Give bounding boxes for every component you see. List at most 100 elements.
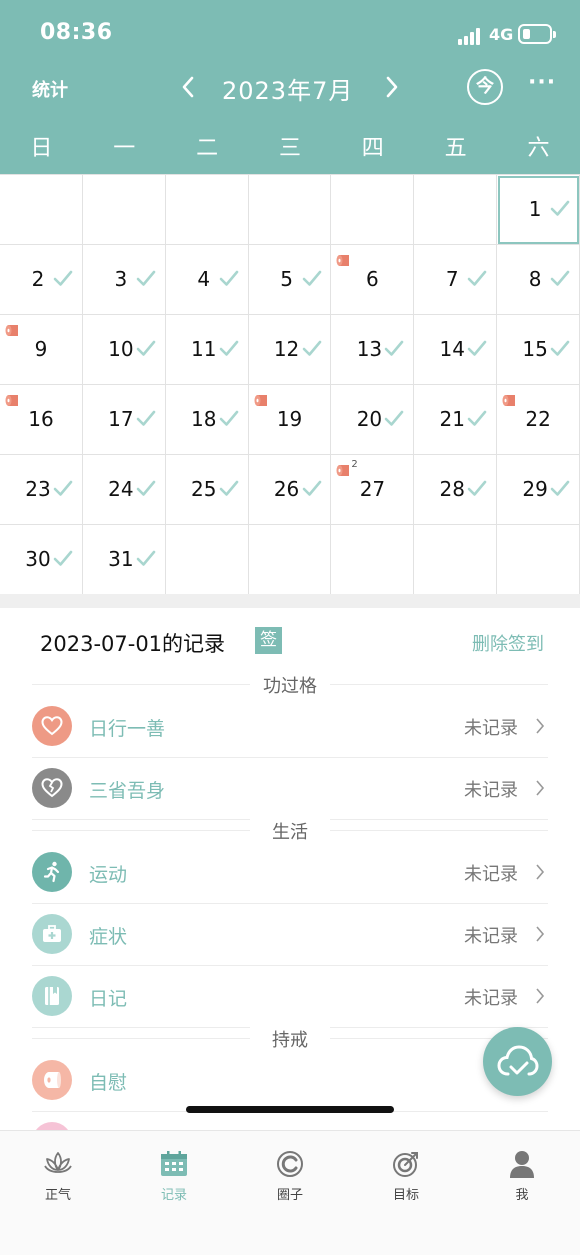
records-title: 2023-07-01的记录 — [40, 632, 226, 656]
calendar-day-7[interactable]: 7 — [414, 245, 498, 315]
check-icon — [218, 477, 240, 499]
network-type: 4G — [489, 25, 514, 44]
check-icon — [52, 477, 74, 499]
record-status: 未记录 — [464, 926, 518, 947]
calendar-day-22[interactable]: 22 — [497, 385, 580, 455]
record-row-good-deed[interactable]: 日行一善 未记录 — [32, 696, 548, 758]
calendar-empty-cell — [165, 525, 249, 595]
calendar-day-1[interactable]: 1 — [497, 175, 580, 245]
calendar-day-20[interactable]: 20 — [331, 385, 415, 455]
weekday-wed: 三 — [278, 136, 301, 161]
tissue-roll-icon — [32, 1060, 72, 1100]
tab-label: 记录 — [160, 1188, 187, 1203]
record-row-exercise[interactable]: 运动 未记录 — [32, 842, 548, 904]
month-title: 2023年7月 — [222, 77, 354, 105]
calendar-day-25[interactable]: 25 — [165, 455, 249, 525]
calendar-day-13[interactable]: 13 — [331, 315, 415, 385]
record-row-abstain[interactable]: 自慰 — [32, 1050, 548, 1112]
calendar-empty-cell — [497, 525, 580, 595]
weekday-sun: 日 — [30, 136, 53, 161]
check-icon — [135, 407, 157, 429]
calendar-day-29[interactable]: 29 — [497, 455, 580, 525]
calendar-day-17[interactable]: 17 — [82, 385, 166, 455]
section-header-gongguoge: 功过格 — [32, 672, 548, 698]
calendar-day-6[interactable]: 6 — [331, 245, 415, 315]
record-row-partial[interactable] — [32, 1112, 548, 1130]
calendar-day-14[interactable]: 14 — [414, 315, 498, 385]
calendar-day-9[interactable]: 9 — [0, 315, 83, 385]
calendar-day-15[interactable]: 15 — [497, 315, 580, 385]
medical-kit-icon — [32, 914, 72, 954]
stats-button[interactable]: 统计 — [32, 76, 68, 102]
today-button[interactable]: 今 — [467, 69, 503, 105]
check-icon — [301, 337, 323, 359]
weekday-fri: 五 — [444, 136, 467, 161]
next-month-button[interactable] — [378, 72, 404, 102]
record-row-diary[interactable]: 日记 未记录 — [32, 966, 548, 1028]
calendar-day-8[interactable]: 8 — [497, 245, 580, 315]
record-row-symptom[interactable]: 症状 未记录 — [32, 904, 548, 966]
calendar-empty-cell — [82, 175, 166, 245]
calendar-day-24[interactable]: 24 — [82, 455, 166, 525]
weekday-tue: 二 — [196, 136, 219, 161]
chevron-right-icon — [536, 988, 545, 1004]
tab-goal[interactable]: 目标 — [348, 1149, 464, 1209]
section-title: 功过格 — [250, 672, 330, 698]
calendar-day-30[interactable]: 30 — [0, 525, 83, 595]
tab-circle[interactable]: 圈子 — [232, 1149, 348, 1209]
tissue-roll-icon — [336, 462, 350, 476]
check-icon — [218, 267, 240, 289]
calendar-empty-cell — [0, 175, 83, 245]
calendar-day-3[interactable]: 3 — [82, 245, 166, 315]
calendar-day-26[interactable]: 26 — [248, 455, 332, 525]
cloud-sync-button[interactable] — [483, 1027, 552, 1096]
calendar-day-27[interactable]: 27 2 — [331, 455, 415, 525]
calendar-icon — [161, 1151, 187, 1176]
record-status: 未记录 — [464, 988, 518, 1009]
diary-icon — [32, 976, 72, 1016]
delete-sign-button[interactable]: 删除签到 — [472, 630, 544, 656]
calendar-day-18[interactable]: 18 — [165, 385, 249, 455]
calendar-empty-cell — [414, 175, 498, 245]
target-icon — [393, 1152, 418, 1177]
check-icon — [466, 477, 488, 499]
chevron-right-icon — [536, 864, 545, 880]
day-number: 9 — [34, 337, 48, 361]
chevron-right-icon — [536, 780, 545, 796]
section-title: 生活 — [250, 818, 330, 844]
calendar-day-16[interactable]: 16 — [0, 385, 83, 455]
signal-icon — [458, 27, 484, 45]
calendar-day-12[interactable]: 12 — [248, 315, 332, 385]
status-bar: 08:36 4G — [0, 0, 580, 70]
calendar-empty-cell — [331, 525, 415, 595]
calendar-day-5[interactable]: 5 — [248, 245, 332, 315]
calendar-day-4[interactable]: 4 — [165, 245, 249, 315]
prev-month-button[interactable] — [176, 72, 202, 102]
calendar-day-19[interactable]: 19 — [248, 385, 332, 455]
record-label: 日记 — [89, 988, 128, 1010]
check-icon — [549, 267, 571, 289]
divider — [0, 594, 580, 608]
calendar-day-28[interactable]: 28 — [414, 455, 498, 525]
day-number: 27 — [359, 477, 386, 501]
tab-zhengqi[interactable]: 正气 — [0, 1149, 116, 1209]
calendar-day-2[interactable]: 2 — [0, 245, 83, 315]
check-icon — [218, 337, 240, 359]
check-icon — [301, 477, 323, 499]
calendar-day-21[interactable]: 21 — [414, 385, 498, 455]
tab-records[interactable]: 记录 — [116, 1149, 232, 1209]
record-label: 自慰 — [89, 1072, 128, 1094]
calendar-day-11[interactable]: 11 — [165, 315, 249, 385]
more-button[interactable]: ··· — [528, 70, 556, 95]
tissue-roll-icon — [502, 392, 516, 406]
calendar-day-23[interactable]: 23 — [0, 455, 83, 525]
circle-icon — [277, 1151, 303, 1177]
calendar-day-10[interactable]: 10 — [82, 315, 166, 385]
check-icon — [52, 267, 74, 289]
check-icon — [466, 337, 488, 359]
calendar-empty-cell — [248, 525, 332, 595]
calendar-day-31[interactable]: 31 — [82, 525, 166, 595]
weekday-sat: 六 — [527, 136, 550, 161]
record-row-reflection[interactable]: 三省吾身 未记录 — [32, 758, 548, 820]
tab-me[interactable]: 我 — [464, 1149, 580, 1209]
